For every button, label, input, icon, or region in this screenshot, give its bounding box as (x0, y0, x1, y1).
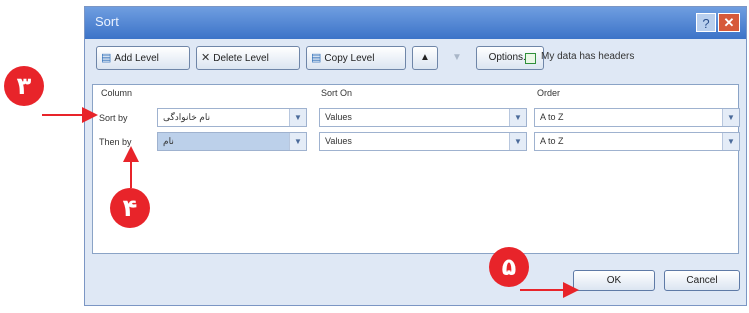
step-3-badge: ۳ (4, 66, 44, 106)
annotation-arrows (42, 107, 579, 298)
step-4-badge: ۴ (110, 188, 150, 228)
step-5-badge: ۵ (489, 247, 529, 287)
